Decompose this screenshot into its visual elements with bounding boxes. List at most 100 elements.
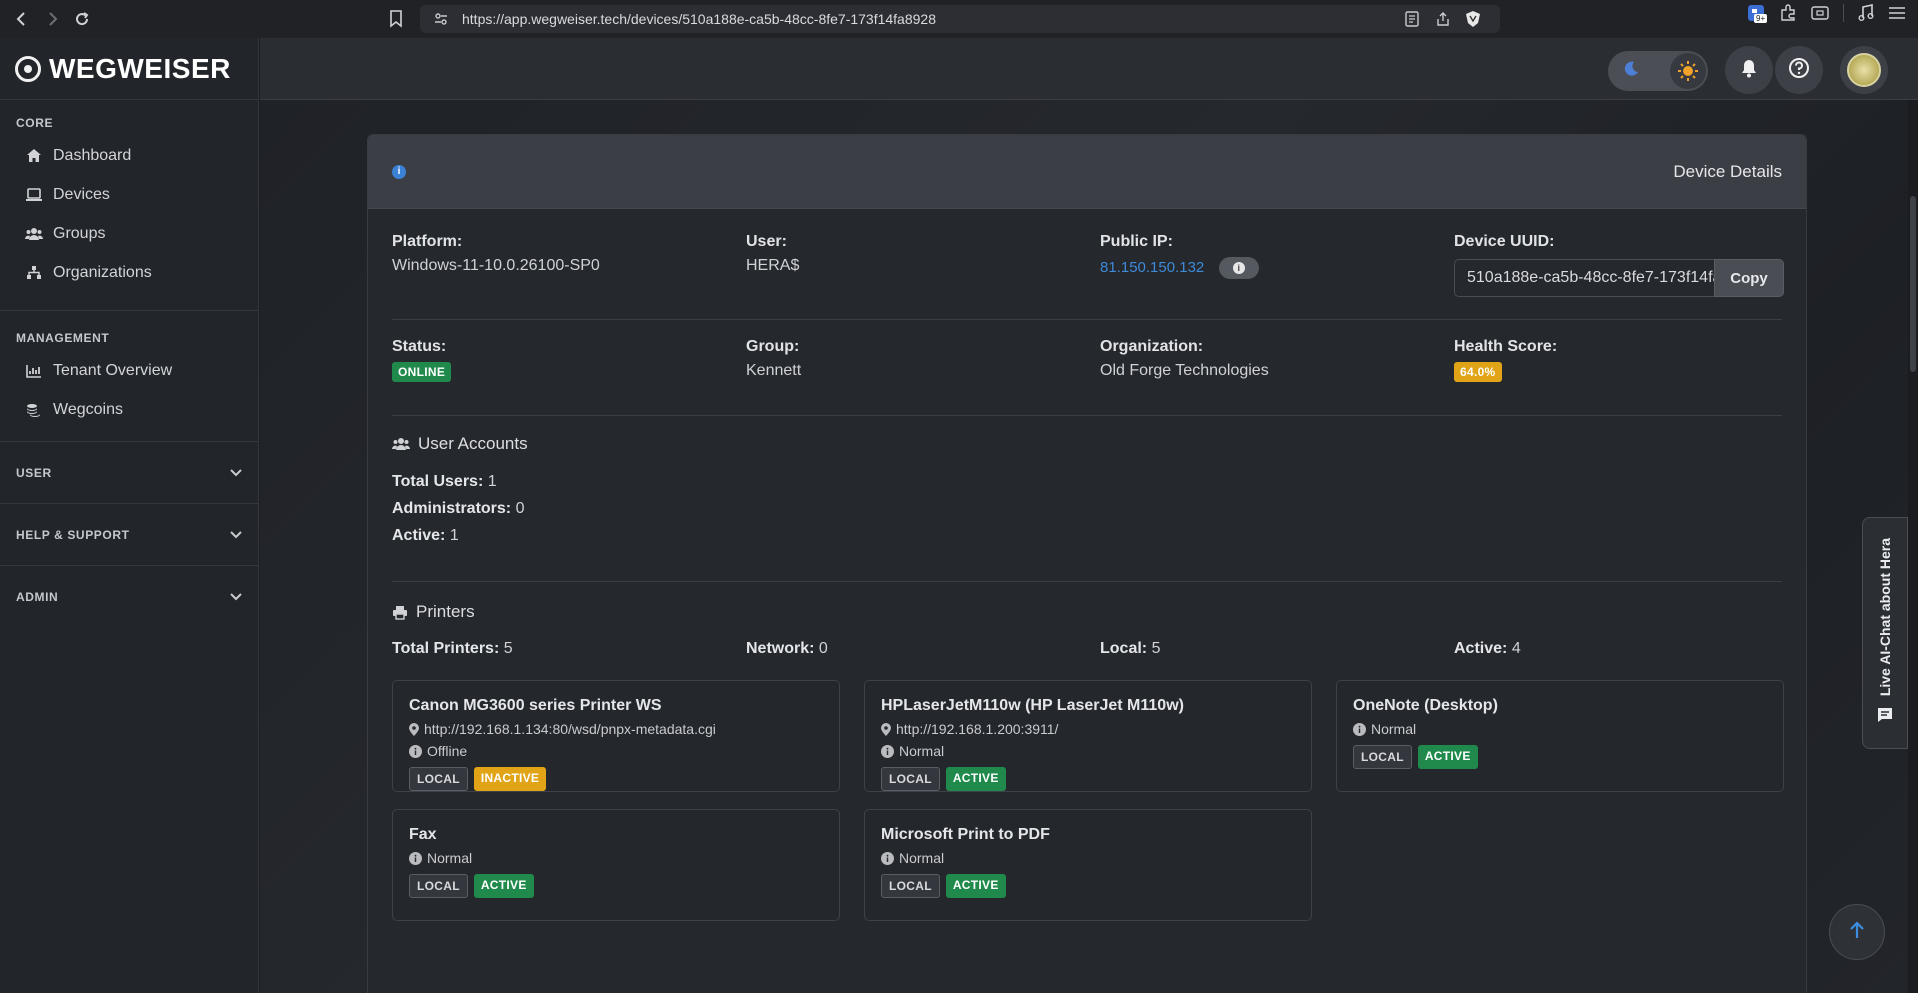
printer-card: Canon MG3600 series Printer WS http://19… [392, 680, 840, 792]
printer-name: Fax [409, 826, 437, 843]
sidebar-item-tenant-overview[interactable]: Tenant Overview [0, 351, 258, 390]
public-ip-label: Public IP: [1100, 233, 1173, 250]
total-printers-value: 5 [503, 640, 513, 657]
printer-status-text: Normal [899, 850, 945, 866]
notifications-button[interactable] [1725, 46, 1773, 94]
user-label: User: [746, 233, 787, 250]
info-icon[interactable]: i [392, 164, 406, 179]
sidebar-item-wegcoins[interactable]: Wegcoins [0, 390, 258, 429]
scrollbar-thumb[interactable] [1910, 196, 1916, 372]
group-value: Kennett [746, 362, 802, 379]
user-field: User: HERA$ [746, 233, 1100, 319]
menu-icon[interactable] [1888, 6, 1906, 20]
sidebar: WEGWEISER CORE Dashboard Devices Groups … [0, 38, 259, 993]
public-ip-link[interactable]: 81.150.150.132 [1100, 259, 1204, 276]
extensions-icon[interactable] [1779, 4, 1797, 22]
printer-status-text: Offline [427, 743, 468, 759]
active-users-label: Active: [392, 527, 446, 544]
card-title: Device Details [1673, 161, 1782, 181]
printer-type-badge: LOCAL [881, 767, 940, 791]
section-admin-label: ADMIN [16, 589, 59, 604]
wallet-icon[interactable] [1811, 5, 1829, 21]
printer-status: Normal [881, 743, 1295, 759]
user-accounts-title: User Accounts [392, 434, 1782, 454]
uuid-input[interactable]: 510a188e-ca5b-48cc-8fe7-173f14fa8928 [1454, 259, 1714, 297]
moon-icon [1622, 60, 1640, 83]
total-printers-label: Total Printers: [392, 640, 500, 657]
printer-status: Normal [881, 850, 1295, 866]
map-pin-icon [409, 722, 419, 736]
active-users-value: 1 [449, 527, 459, 544]
back-icon[interactable] [8, 5, 36, 33]
music-icon[interactable] [1858, 4, 1874, 22]
printer-type-badge: LOCAL [409, 767, 468, 791]
share-icon[interactable] [1435, 11, 1451, 27]
organization-value: Old Forge Technologies [1100, 362, 1269, 379]
reload-icon[interactable] [68, 5, 96, 33]
help-button[interactable] [1775, 46, 1823, 94]
status-label: Status: [392, 338, 447, 355]
brand-name: WEGWEISER [49, 52, 231, 84]
live-chat-label: Live AI-Chat about Hera [1877, 538, 1893, 697]
sidebar-item-organizations[interactable]: Organizations [0, 253, 258, 292]
sidebar-section-user[interactable]: USER [0, 441, 258, 503]
active-users-stat: Active: 1 [392, 522, 1782, 549]
sidebar-item-label: Tenant Overview [53, 361, 173, 379]
chart-icon [25, 364, 43, 378]
sidebar-item-groups[interactable]: Groups [0, 214, 258, 253]
printer-stats: Total Printers: 5 Network: 0 Local: 5 Ac… [392, 640, 1782, 658]
live-chat-tab[interactable]: Live AI-Chat about Hera [1862, 517, 1908, 749]
card-header: i Device Details [368, 135, 1806, 209]
map-pin-icon [881, 722, 891, 736]
printer-state-badge: ACTIVE [473, 874, 534, 898]
details-row-1: Platform: Windows-11-10.0.26100-SP0 User… [392, 209, 1784, 319]
copy-button[interactable]: Copy [1714, 259, 1784, 297]
sidebar-item-dashboard[interactable]: Dashboard [0, 136, 258, 175]
sun-icon [1670, 53, 1706, 89]
public-ip-field: Public IP: 81.150.150.132 i [1100, 233, 1454, 319]
brave-shield-icon[interactable] [1465, 10, 1481, 28]
section-help-label: HELP & SUPPORT [16, 527, 130, 542]
bookmark-icon[interactable] [389, 10, 403, 28]
administrators-value: 0 [515, 500, 525, 517]
section-core: CORE [16, 116, 54, 130]
printer-type-badge: LOCAL [881, 874, 940, 898]
sidebar-item-label: Dashboard [53, 146, 132, 164]
forward-icon[interactable] [38, 5, 66, 33]
laptop-icon [25, 187, 43, 202]
bell-icon [1740, 58, 1758, 83]
brand[interactable]: WEGWEISER [0, 38, 258, 100]
reader-mode-icon[interactable] [1405, 11, 1419, 27]
theme-toggle[interactable] [1608, 51, 1708, 91]
info-icon [881, 744, 894, 758]
printer-card: OneNote (Desktop) Normal LOCAL ACTIVE [1336, 680, 1784, 792]
printer-location-text: http://192.168.1.134:80/wsd/pnpx-metadat… [424, 721, 716, 737]
printers-title: Printers [392, 602, 1782, 622]
local-printers-stat: Local: 5 [1100, 640, 1454, 658]
network-printers-label: Network: [746, 640, 815, 657]
platform-field: Platform: Windows-11-10.0.26100-SP0 [392, 233, 746, 319]
sidebar-item-devices[interactable]: Devices [0, 175, 258, 214]
printers-section: Printers Total Printers: 5 Network: 0 Lo… [392, 582, 1784, 921]
printer-name: Canon MG3600 series Printer WS [409, 697, 662, 714]
details-row-2: Status: ONLINE Group: Kennett Organizati… [392, 320, 1782, 415]
extension-badge-icon[interactable]: 9+ [1747, 4, 1768, 23]
info-icon [881, 851, 894, 865]
scroll-to-top-button[interactable] [1829, 904, 1885, 960]
info-icon [409, 744, 422, 758]
url-text: https://app.wegweiser.tech/devices/510a1… [462, 11, 936, 27]
address-bar[interactable]: https://app.wegweiser.tech/devices/510a1… [420, 5, 1500, 33]
sidebar-section-help[interactable]: HELP & SUPPORT [0, 503, 258, 565]
total-printers-stat: Total Printers: 5 [392, 640, 746, 658]
sidebar-section-admin[interactable]: ADMIN [0, 565, 258, 627]
ip-info-button[interactable]: i [1218, 257, 1259, 279]
status-field: Status: ONLINE [392, 338, 746, 415]
home-icon [25, 148, 43, 163]
printer-status: Offline [409, 743, 823, 759]
administrators-stat: Administrators: 0 [392, 495, 1782, 522]
printer-state-badge: INACTIVE [473, 767, 547, 791]
health-label: Health Score: [1454, 338, 1558, 355]
administrators-label: Administrators: [392, 500, 512, 517]
site-settings-icon[interactable] [434, 12, 448, 26]
avatar[interactable] [1840, 46, 1888, 94]
